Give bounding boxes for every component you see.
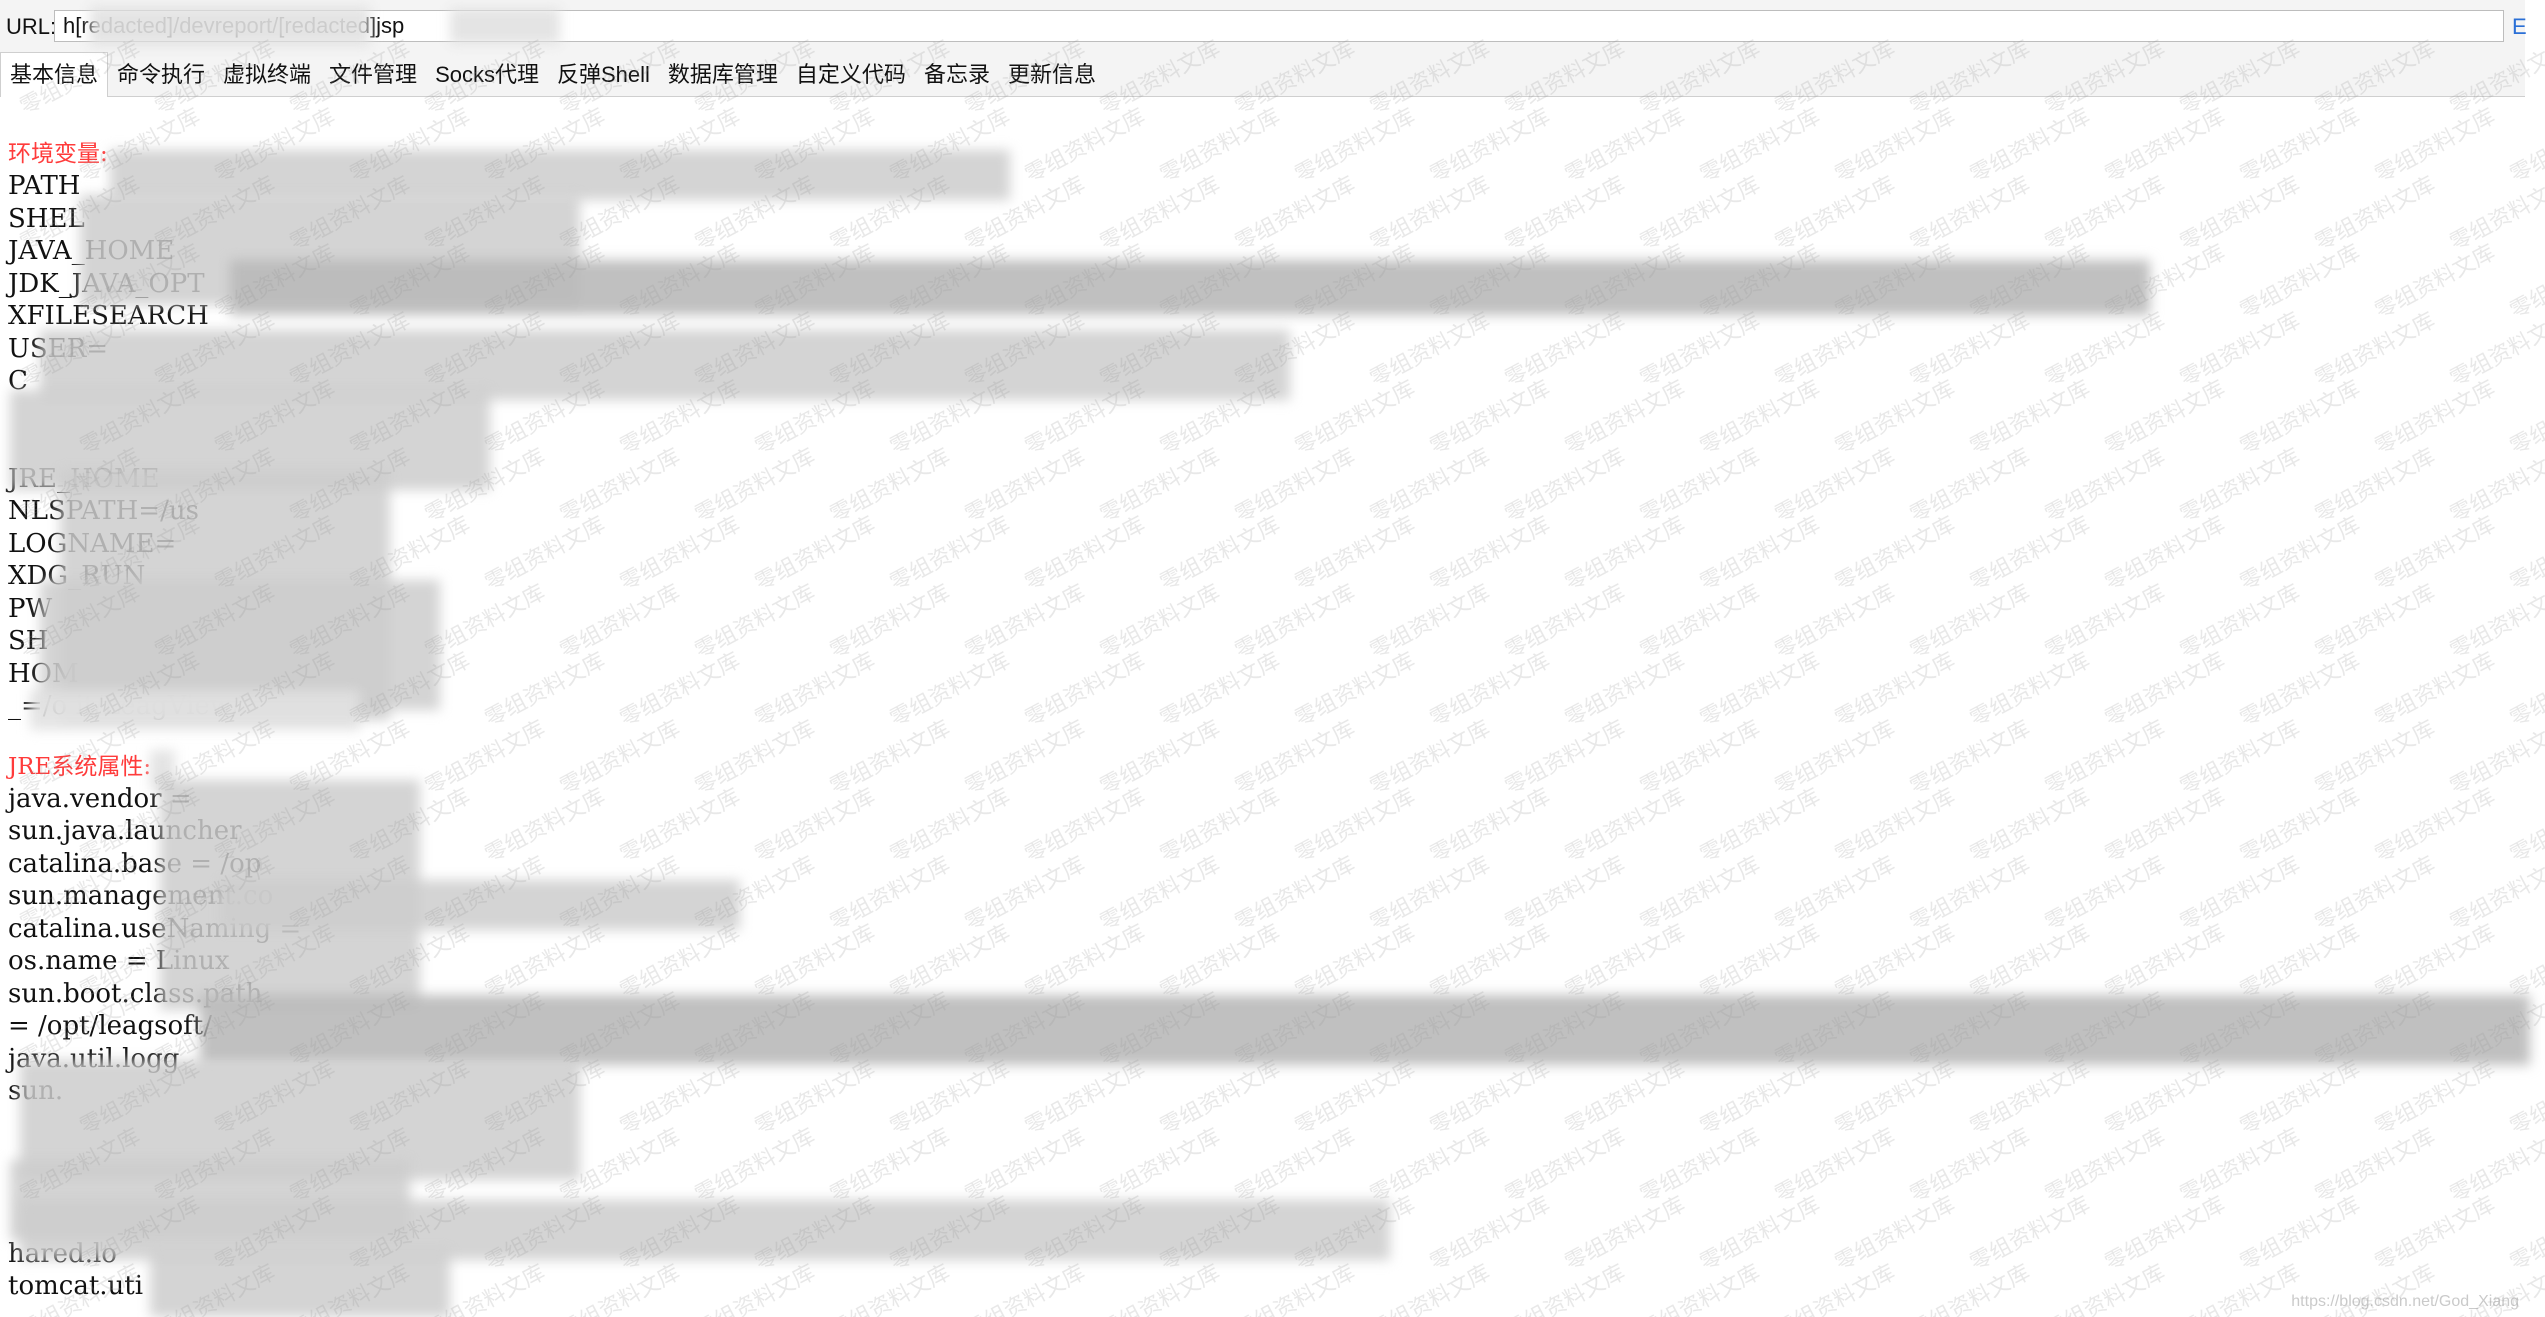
redaction-block <box>110 150 1010 200</box>
tab-socks-proxy[interactable]: Socks代理 <box>426 53 548 96</box>
tab-file-manager[interactable]: 文件管理 <box>320 53 426 96</box>
url-label: URL: <box>6 14 57 39</box>
redaction-block <box>230 260 2150 315</box>
tab-update-info[interactable]: 更新信息 <box>999 53 1105 96</box>
redaction-block <box>90 6 370 46</box>
tab-custom-code[interactable]: 自定义代码 <box>787 53 915 96</box>
jre-section-title: JRE系统属性: <box>8 753 152 780</box>
tab-database-manager[interactable]: 数据库管理 <box>659 53 787 96</box>
url-bar: URL: h[redacted]/devreport/[redacted]jsp… <box>0 0 2527 57</box>
tab-basic-info[interactable]: 基本信息 <box>0 52 109 97</box>
redaction-block <box>150 1250 450 1317</box>
redaction-block <box>200 995 2530 1065</box>
tab-memo[interactable]: 备忘录 <box>915 53 999 96</box>
url-input[interactable]: h[redacted]/devreport/[redacted]jsp <box>54 10 2504 42</box>
footer-watermark: https://blog.csdn.net/God_Xiang <box>2291 1293 2519 1310</box>
tab-reverse-shell[interactable]: 反弹Shell <box>548 53 659 96</box>
redaction-block <box>30 690 360 730</box>
url-go-icon[interactable]: E <box>2512 14 2527 40</box>
tab-command-exec[interactable]: 命令执行 <box>108 53 214 96</box>
redaction-block <box>450 8 560 44</box>
tab-virtual-terminal[interactable]: 虚拟终端 <box>214 53 320 96</box>
tab-bar: 基本信息 命令执行 虚拟终端 文件管理 Socks代理 反弹Shell 数据库管… <box>0 52 2525 97</box>
redaction-block <box>220 880 740 930</box>
